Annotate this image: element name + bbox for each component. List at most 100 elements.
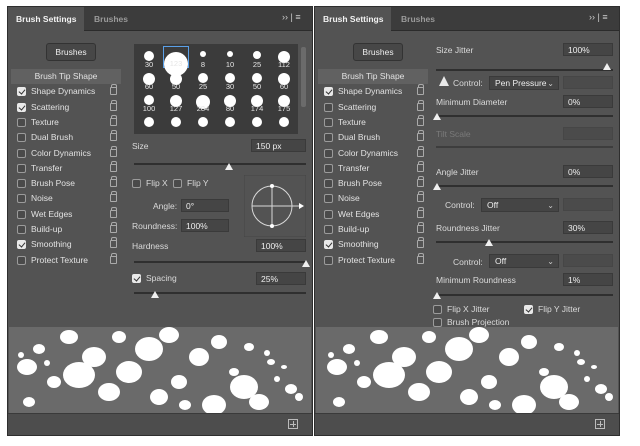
option-transfer[interactable]: Transfer — [318, 160, 428, 176]
roundness-jitter-thumb[interactable] — [485, 239, 493, 246]
lock-icon[interactable] — [110, 84, 117, 96]
angle-jitter-thumb[interactable] — [433, 183, 441, 190]
brush-tip[interactable]: 60 — [136, 68, 162, 91]
lock-icon[interactable] — [417, 145, 424, 157]
hardness-field[interactable]: 100% — [256, 239, 306, 252]
angle-jitter-field[interactable]: 0% — [563, 165, 613, 178]
brush-tip[interactable] — [190, 112, 216, 134]
angle-roundness-widget[interactable] — [244, 175, 306, 237]
option-brush-tip-shape[interactable]: Brush Tip Shape — [11, 69, 121, 84]
brush-tip[interactable]: 10 — [217, 46, 243, 69]
protect-texture-checkbox[interactable] — [17, 255, 26, 265]
min-diameter-field[interactable]: 0% — [563, 95, 613, 108]
lock-icon[interactable] — [110, 252, 117, 264]
option-scattering[interactable]: Scattering — [11, 99, 121, 115]
min-roundness-field[interactable]: 1% — [563, 273, 613, 286]
panel-menu-icon[interactable]: ›› | ≡ — [589, 12, 608, 22]
lock-icon[interactable] — [417, 206, 424, 218]
lock-icon[interactable] — [110, 222, 117, 233]
min-diameter-thumb[interactable] — [433, 113, 441, 120]
size-jitter-field[interactable]: 100% — [563, 43, 613, 56]
option-wet-edges[interactable]: Wet Edges — [11, 206, 121, 222]
build-up-checkbox[interactable] — [324, 225, 333, 234]
min-roundness-thumb[interactable] — [433, 292, 441, 299]
wet-edges-checkbox[interactable] — [324, 209, 333, 219]
brush-tip[interactable]: 127 — [163, 90, 189, 113]
lock-icon[interactable] — [110, 160, 117, 172]
option-protect-texture[interactable]: Protect Texture — [318, 252, 428, 268]
brush-tip[interactable] — [244, 112, 270, 134]
dual-brush-checkbox[interactable] — [17, 133, 26, 143]
lock-icon[interactable] — [417, 191, 424, 203]
flip-x-jitter-checkbox[interactable] — [433, 305, 442, 314]
angle-field[interactable]: 0° — [181, 199, 229, 212]
lock-icon[interactable] — [110, 237, 117, 249]
spacing-slider[interactable] — [134, 292, 306, 294]
lock-icon[interactable] — [110, 114, 117, 126]
option-dual-brush[interactable]: Dual Brush — [11, 130, 121, 145]
lock-icon[interactable] — [417, 176, 424, 188]
brush-tip[interactable] — [163, 112, 189, 134]
panel-menu-icon[interactable]: ›› | ≡ — [282, 12, 301, 22]
brush-tip[interactable]: 25 — [190, 68, 216, 91]
brush-tip[interactable] — [217, 112, 243, 134]
smoothing-checkbox[interactable] — [324, 240, 333, 250]
control-dropdown-3[interactable]: Off ⌄ — [489, 254, 559, 268]
hardness-slider-thumb[interactable] — [302, 260, 310, 267]
option-smoothing[interactable]: Smoothing — [318, 237, 428, 252]
tab-brush-settings[interactable]: Brush Settings — [8, 7, 85, 31]
brushes-button[interactable]: Brushes — [353, 43, 403, 61]
option-wet-edges[interactable]: Wet Edges — [318, 206, 428, 222]
brushes-button[interactable]: Brushes — [46, 43, 96, 61]
control-dropdown-1[interactable]: Pen Pressure ⌄ — [489, 76, 559, 90]
transfer-checkbox[interactable] — [17, 163, 26, 173]
option-brush-pose[interactable]: Brush Pose — [318, 176, 428, 191]
lock-icon[interactable] — [417, 160, 424, 172]
scattering-checkbox[interactable] — [324, 102, 333, 112]
option-build-up[interactable]: Build-up — [318, 222, 428, 237]
option-scattering[interactable]: Scattering — [318, 99, 428, 115]
lock-icon[interactable] — [110, 145, 117, 157]
tab-brush-settings[interactable]: Brush Settings — [315, 7, 392, 31]
lock-icon[interactable] — [417, 130, 424, 142]
color-dynamics-checkbox[interactable] — [17, 148, 26, 158]
brush-tip[interactable]: 30 — [136, 46, 162, 69]
texture-checkbox[interactable] — [324, 117, 333, 127]
angle-jitter-slider[interactable] — [436, 185, 613, 187]
lock-icon[interactable] — [110, 130, 117, 142]
brush-pose-checkbox[interactable] — [17, 179, 26, 189]
texture-checkbox[interactable] — [17, 117, 26, 127]
option-shape-dynamics[interactable]: Shape Dynamics — [318, 84, 428, 99]
option-color-dynamics[interactable]: Color Dynamics — [318, 145, 428, 161]
option-protect-texture[interactable]: Protect Texture — [11, 252, 121, 268]
noise-checkbox[interactable] — [17, 194, 26, 204]
shape-dynamics-checkbox[interactable] — [324, 87, 333, 97]
spacing-slider-thumb[interactable] — [150, 291, 159, 298]
brush-tip[interactable]: 174 — [244, 90, 270, 113]
lock-icon[interactable] — [110, 176, 117, 188]
flip-y-jitter-checkbox[interactable] — [524, 305, 533, 314]
spacing-checkbox[interactable] — [132, 274, 141, 283]
lock-icon[interactable] — [417, 252, 424, 264]
option-build-up[interactable]: Build-up — [11, 222, 121, 237]
brush-tip[interactable] — [271, 112, 297, 134]
noise-checkbox[interactable] — [324, 194, 333, 204]
brush-tip[interactable]: 50 — [163, 68, 189, 91]
shape-dynamics-checkbox[interactable] — [17, 87, 26, 97]
option-dual-brush[interactable]: Dual Brush — [318, 130, 428, 145]
brush-pose-checkbox[interactable] — [324, 179, 333, 189]
brush-tip[interactable]: 50 — [244, 68, 270, 91]
option-shape-dynamics[interactable]: Shape Dynamics — [11, 84, 121, 99]
wet-edges-checkbox[interactable] — [17, 209, 26, 219]
roundness-jitter-slider[interactable] — [436, 241, 613, 243]
lock-icon[interactable] — [110, 206, 117, 218]
option-color-dynamics[interactable]: Color Dynamics — [11, 145, 121, 161]
protect-texture-checkbox[interactable] — [324, 255, 333, 265]
roundness-jitter-field[interactable]: 30% — [563, 221, 613, 234]
lock-icon[interactable] — [417, 222, 424, 233]
hardness-slider[interactable] — [134, 261, 306, 263]
option-texture[interactable]: Texture — [318, 114, 428, 130]
tab-brushes[interactable]: Brushes — [94, 7, 128, 31]
option-brush-tip-shape[interactable]: Brush Tip Shape — [318, 69, 428, 84]
option-texture[interactable]: Texture — [11, 114, 121, 130]
